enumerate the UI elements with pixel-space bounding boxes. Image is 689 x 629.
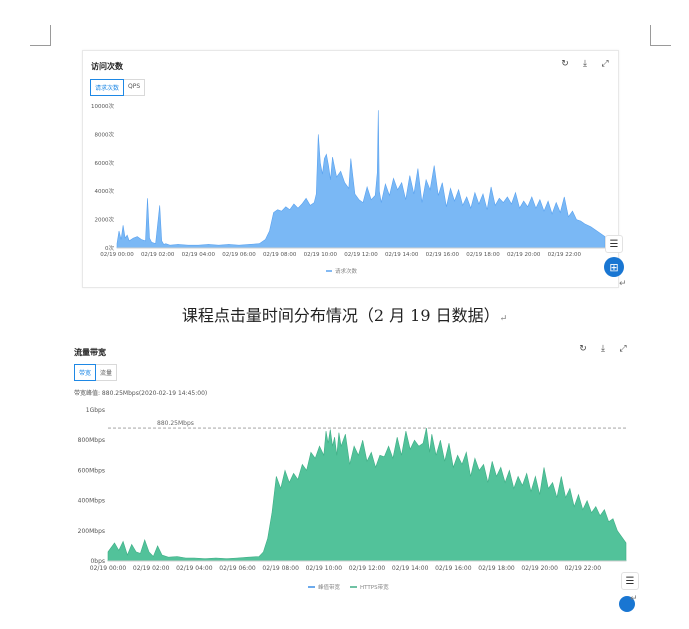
figure-caption: 课程点击量时间分布情况（2 月 19 日数据）↵: [0, 302, 689, 326]
y-tick-label: 800Mbps: [78, 437, 105, 444]
peak-reference-label: 880.25Mbps: [157, 420, 194, 427]
x-tick-label: 02/19 22:00: [565, 565, 602, 572]
x-tick-label: 02/19 14:00: [392, 565, 429, 572]
x-tick-label: 02/19 18:00: [466, 252, 500, 258]
y-tick-label: 0次: [105, 244, 114, 252]
y-tick-label: 6000次: [95, 159, 115, 167]
x-tick-label: 02/19 14:00: [385, 252, 419, 258]
x-tick-label: 02/19 00:00: [100, 252, 134, 258]
x-tick-label: 02/19 02:00: [133, 565, 170, 572]
legend-label: 峰值带宽: [318, 583, 341, 591]
comment-icon[interactable]: ☰: [605, 235, 623, 253]
y-tick-label: 400Mbps: [78, 498, 105, 505]
x-tick-label: 02/19 12:00: [344, 252, 378, 258]
x-tick-label: 02/19 18:00: [478, 565, 515, 572]
x-tick-label: 02/19 10:00: [306, 565, 343, 572]
grid-apps-icon[interactable]: ⊞: [604, 257, 624, 277]
y-tick-label: 200Mbps: [78, 528, 105, 535]
x-tick-label: 02/19 00:00: [90, 565, 127, 572]
y-tick-label: 2000次: [95, 216, 115, 224]
visits-panel: 访问次数 ↻ ⤓ ⤢ 请求次数 QPS 0次 2000次 4000次 6000次 800…: [82, 50, 619, 288]
bandwidth-panel: 流量带宽 ↻ ⤓ ⤢ 带宽 流量 带宽峰值: 880.25Mbps(2020-0…: [68, 338, 638, 594]
series-area: [116, 110, 606, 249]
series-area: [107, 428, 627, 562]
y-tick-label: 1Gbps: [86, 407, 105, 414]
return-mark-icon: ↵: [630, 594, 638, 604]
return-mark-icon: ↵: [619, 279, 627, 289]
legend-label: HTTPS带宽: [360, 583, 389, 591]
x-tick-label: 02/19 08:00: [262, 565, 299, 572]
y-tick-label: 10000次: [91, 102, 114, 110]
x-tick-label: 02/19 08:00: [263, 252, 297, 258]
x-tick-label: 02/19 16:00: [426, 252, 460, 258]
x-tick-label: 02/19 20:00: [507, 252, 541, 258]
x-tick-label: 02/19 02:00: [141, 252, 175, 258]
x-tick-label: 02/19 04:00: [176, 565, 213, 572]
y-tick-label: 4000次: [95, 187, 115, 195]
page-corner-mark-top-left: [30, 25, 51, 46]
caption-text: 课程点击量时间分布情况（2 月 19 日数据）: [181, 306, 500, 325]
x-tick-label: 02/19 06:00: [219, 565, 256, 572]
x-tick-label: 02/19 16:00: [435, 565, 472, 572]
x-tick-label: 02/19 12:00: [349, 565, 386, 572]
y-tick-label: 600Mbps: [78, 467, 105, 474]
x-tick-label: 02/19 20:00: [521, 565, 558, 572]
visits-chart: 0次 2000次 4000次 6000次 8000次 10000次 02/19 00:00 0…: [91, 102, 606, 275]
x-tick-label: 02/19 04:00: [182, 252, 216, 258]
comment-icon[interactable]: ☰: [621, 572, 639, 590]
return-mark-icon: ↵: [499, 314, 508, 324]
y-tick-label: 0bps: [90, 558, 105, 565]
bandwidth-chart: 0bps 200Mbps 400Mbps 600Mbps 800Mbps 1Gbps 02/…: [78, 407, 627, 591]
x-tick-label: 02/19 06:00: [222, 252, 256, 258]
x-tick-label: 02/19 22:00: [548, 252, 582, 258]
page-corner-mark-top-right: [650, 25, 671, 46]
y-tick-label: 8000次: [95, 130, 115, 138]
x-tick-label: 02/19 10:00: [304, 252, 338, 258]
legend-label: 请求次数: [335, 267, 358, 275]
